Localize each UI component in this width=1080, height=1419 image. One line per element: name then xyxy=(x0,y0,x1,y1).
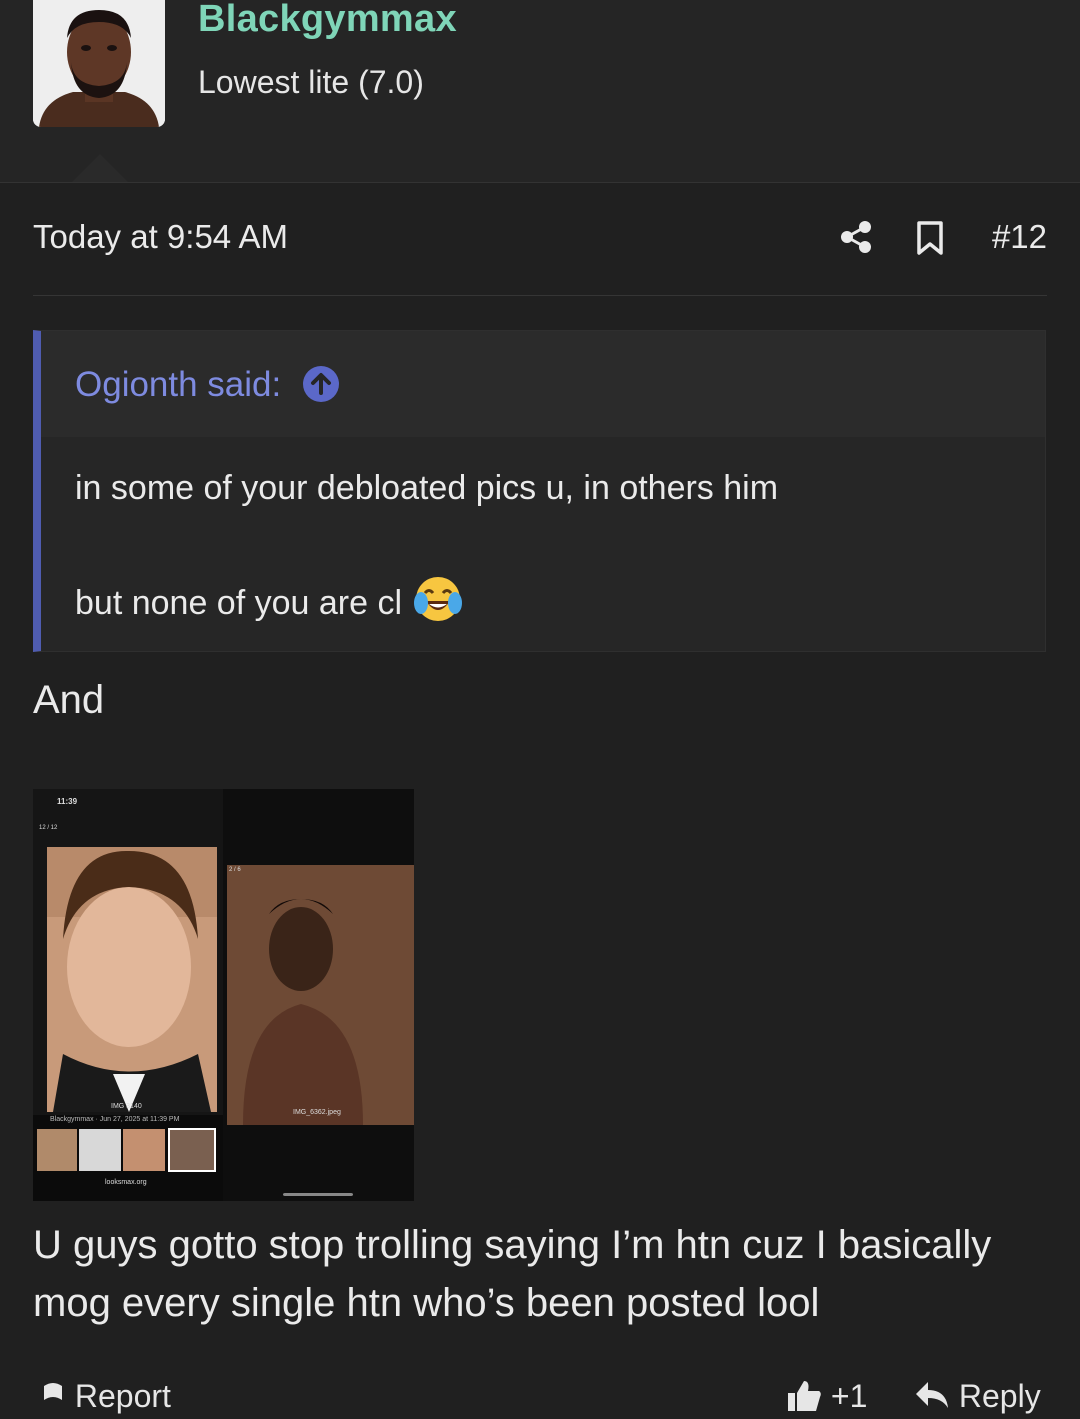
attachment-counter-right: 2 / 6 xyxy=(229,867,241,873)
attachment-caption-left: IMG 3140 xyxy=(111,1103,142,1110)
post-body-text: U guys gotto stop trolling saying I’m ht… xyxy=(33,1223,992,1325)
thumbs-up-icon xyxy=(786,1379,822,1419)
post-number-link[interactable]: #12 xyxy=(992,218,1047,256)
username-link[interactable]: Blackgymmax xyxy=(198,0,457,41)
quote-author-link[interactable]: Ogionth said: xyxy=(75,365,281,405)
post-user-header: Blackgymmax Lowest lite (7.0) xyxy=(0,0,1080,183)
reply-label: Reply xyxy=(958,1378,1041,1414)
attachment-counter-left: 12 / 12 xyxy=(39,825,58,831)
attached-image-thumbnail[interactable]: 11:39 12 / 12 2 / 6 IMG 3140 Blackgymmax… xyxy=(33,789,414,1201)
reply-button[interactable]: Reply xyxy=(914,1378,1041,1418)
user-title: Lowest lite (7.0) xyxy=(198,64,424,100)
quote-line-with-emoji: but none of you are cl xyxy=(75,577,464,631)
attachment-caption-right: IMG_6362.jpeg xyxy=(293,1109,341,1116)
meta-divider xyxy=(33,295,1047,296)
quote-block: Ogionth said: in some of your debloated … xyxy=(33,330,1046,652)
quote-header: Ogionth said: xyxy=(41,331,1045,437)
attachment-meta-left: Blackgymmax · Jun 27, 2025 at 11:39 PM xyxy=(50,1116,180,1123)
bookmark-icon[interactable] xyxy=(915,220,945,256)
tears-of-joy-emoji-icon xyxy=(412,573,464,625)
post-timestamp[interactable]: Today at 9:54 AM xyxy=(33,218,288,256)
reaction-count: +1 xyxy=(830,1378,868,1414)
report-button[interactable]: Report xyxy=(40,1378,171,1418)
attachment-url: looksmax.org xyxy=(105,1179,147,1186)
avatar-image xyxy=(33,0,165,127)
attachment-status-time: 11:39 xyxy=(57,797,78,806)
post-meta-bar: Today at 9:54 AM #12 xyxy=(33,218,1047,258)
quote-line: in some of your debloated pics u, in oth… xyxy=(75,469,779,507)
share-icon[interactable] xyxy=(839,220,873,254)
flag-icon xyxy=(40,1380,66,1418)
screenshot-attachment-image xyxy=(33,789,414,1201)
reply-arrow-icon xyxy=(914,1380,950,1418)
arrow-up-icon[interactable] xyxy=(303,366,339,402)
post-intro-text: And xyxy=(33,678,105,722)
quote-line-text: but none of you are cl xyxy=(75,583,403,622)
avatar-pointer xyxy=(72,154,128,182)
user-avatar[interactable] xyxy=(33,0,165,127)
report-label: Report xyxy=(74,1378,171,1414)
reaction-button[interactable]: +1 xyxy=(786,1378,867,1419)
